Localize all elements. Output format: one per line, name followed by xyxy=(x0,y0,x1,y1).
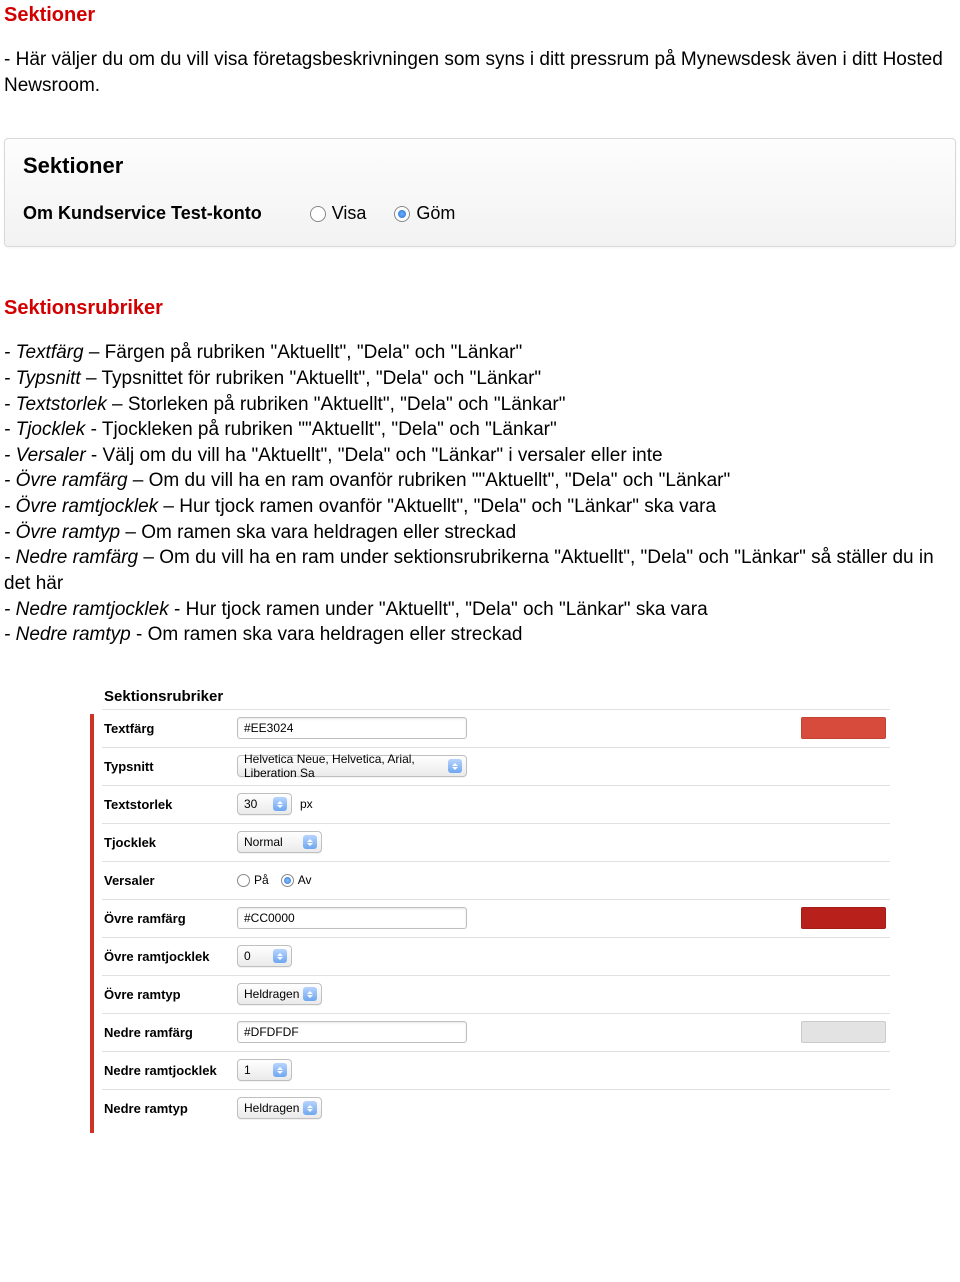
radio-versaler-off[interactable]: Av xyxy=(281,873,312,887)
def-term: - Versaler xyxy=(4,445,86,466)
radio-icon xyxy=(310,206,326,222)
select-value: 0 xyxy=(244,949,251,963)
chevron-down-icon xyxy=(273,1063,287,1077)
label-ovre-ramtyp: Övre ramtyp xyxy=(102,987,237,1002)
label-ovre-ramfarg: Övre ramfärg xyxy=(102,911,237,926)
label-textstorlek: Textstorlek xyxy=(102,797,237,812)
select-ovre-ramtjocklek[interactable]: 0 xyxy=(237,945,292,967)
label-ovre-ramtjocklek: Övre ramtjocklek xyxy=(102,949,237,964)
select-typsnitt[interactable]: Helvetica Neue, Helvetica, Arial, Libera… xyxy=(237,755,467,777)
radio-icon xyxy=(394,206,410,222)
select-nedre-ramtyp[interactable]: Heldragen xyxy=(237,1097,322,1119)
form-title: Sektionsrubriker xyxy=(102,678,890,709)
row-nedre-ramtjocklek: Nedre ramtjocklek 1 xyxy=(102,1051,890,1089)
panel-row-visibility: Om Kundservice Test-konto Visa Göm xyxy=(23,203,937,224)
row-textstorlek: Textstorlek 30 px xyxy=(102,785,890,823)
def-term: - Nedre ramtjocklek xyxy=(4,599,169,620)
def-body: – Typsnittet för rubriken "Aktuellt", "D… xyxy=(81,368,541,389)
def-body: - Om ramen ska vara heldragen eller stre… xyxy=(131,624,523,645)
swatch-nedre-ramfarg[interactable] xyxy=(801,1021,886,1043)
select-value: 30 xyxy=(244,797,257,811)
def-term: - Nedre ramfärg xyxy=(4,547,138,568)
select-value: Heldragen xyxy=(244,1101,299,1115)
input-ovre-ramfarg[interactable] xyxy=(237,907,467,929)
def-body: - Tjockleken på rubriken ""Aktuellt", "D… xyxy=(85,419,556,440)
radio-gom[interactable]: Göm xyxy=(394,203,455,224)
radio-visa[interactable]: Visa xyxy=(310,203,367,224)
def-body: – Om du vill ha en ram ovanför rubriken … xyxy=(128,470,731,491)
row-nedre-ramtyp: Nedre ramtyp Heldragen xyxy=(102,1089,890,1127)
radio-versaler-on[interactable]: På xyxy=(237,873,269,887)
label-typsnitt: Typsnitt xyxy=(102,759,237,774)
select-textstorlek[interactable]: 30 xyxy=(237,793,292,815)
chevron-down-icon xyxy=(273,797,287,811)
def-term: - Övre ramfärg xyxy=(4,470,128,491)
section-title-sektioner: Sektioner xyxy=(4,4,960,27)
select-ovre-ramtyp[interactable]: Heldragen xyxy=(237,983,322,1005)
row-typsnitt: Typsnitt Helvetica Neue, Helvetica, Aria… xyxy=(102,747,890,785)
section-title-sektionsrubriker: Sektionsrubriker xyxy=(4,297,960,320)
radio-label: Av xyxy=(298,873,312,887)
input-nedre-ramfarg[interactable] xyxy=(237,1021,467,1043)
chevron-down-icon xyxy=(303,835,317,849)
select-tjocklek[interactable]: Normal xyxy=(237,831,322,853)
chevron-down-icon xyxy=(273,949,287,963)
panel-label-account: Om Kundservice Test-konto xyxy=(23,203,262,224)
radio-icon xyxy=(281,874,294,887)
row-tjocklek: Tjocklek Normal xyxy=(102,823,890,861)
label-versaler: Versaler xyxy=(102,873,237,888)
def-body: - Välj om du vill ha "Aktuellt", "Dela" … xyxy=(86,445,663,466)
def-term: - Tjocklek xyxy=(4,419,85,440)
def-body: – Om ramen ska vara heldragen eller stre… xyxy=(120,522,516,543)
def-body: – Färgen på rubriken "Aktuellt", "Dela" … xyxy=(84,342,523,363)
select-value: Helvetica Neue, Helvetica, Arial, Libera… xyxy=(244,752,448,780)
swatch-textfarg[interactable] xyxy=(801,717,886,739)
def-term: - Textstorlek xyxy=(4,394,107,415)
def-term: - Övre ramtjocklek xyxy=(4,496,158,517)
row-ovre-ramtjocklek: Övre ramtjocklek 0 xyxy=(102,937,890,975)
definition-list: - Textfärg – Färgen på rubriken "Aktuell… xyxy=(4,340,956,648)
panel-title: Sektioner xyxy=(23,153,937,179)
def-term: - Textfärg xyxy=(4,342,84,363)
sektionsrubriker-form: Sektionsrubriker Textfärg Typsnitt Helve… xyxy=(90,678,900,1133)
row-nedre-ramfarg: Nedre ramfärg xyxy=(102,1013,890,1051)
label-textfarg: Textfärg xyxy=(102,721,237,736)
unit-px: px xyxy=(300,797,313,811)
sektioner-panel: Sektioner Om Kundservice Test-konto Visa… xyxy=(4,138,956,247)
radio-label: På xyxy=(254,873,269,887)
select-value: Heldragen xyxy=(244,987,299,1001)
row-textfarg: Textfärg xyxy=(102,709,890,747)
label-nedre-ramtjocklek: Nedre ramtjocklek xyxy=(102,1063,237,1078)
def-body: – Om du vill ha en ram under sektionsrub… xyxy=(4,547,934,594)
chevron-down-icon xyxy=(448,759,462,773)
row-versaler: Versaler På Av xyxy=(102,861,890,899)
select-value: 1 xyxy=(244,1063,251,1077)
radio-label: Visa xyxy=(332,203,367,224)
def-term: - Typsnitt xyxy=(4,368,81,389)
def-body: - Hur tjock ramen under "Aktuellt", "Del… xyxy=(169,599,708,620)
input-textfarg[interactable] xyxy=(237,717,467,739)
chevron-down-icon xyxy=(303,1101,317,1115)
radio-icon xyxy=(237,874,250,887)
row-ovre-ramfarg: Övre ramfärg xyxy=(102,899,890,937)
swatch-ovre-ramfarg[interactable] xyxy=(801,907,886,929)
label-nedre-ramtyp: Nedre ramtyp xyxy=(102,1101,237,1116)
def-term: - Nedre ramtyp xyxy=(4,624,131,645)
select-value: Normal xyxy=(244,835,283,849)
label-nedre-ramfarg: Nedre ramfärg xyxy=(102,1025,237,1040)
def-term: - Övre ramtyp xyxy=(4,522,120,543)
radio-label: Göm xyxy=(416,203,455,224)
def-body: – Storleken på rubriken "Aktuellt", "Del… xyxy=(107,394,566,415)
chevron-down-icon xyxy=(303,987,317,1001)
select-nedre-ramtjocklek[interactable]: 1 xyxy=(237,1059,292,1081)
row-ovre-ramtyp: Övre ramtyp Heldragen xyxy=(102,975,890,1013)
label-tjocklek: Tjocklek xyxy=(102,835,237,850)
def-body: – Hur tjock ramen ovanför "Aktuellt", "D… xyxy=(158,496,716,517)
section-desc-sektioner: - Här väljer du om du vill visa företags… xyxy=(4,47,956,98)
